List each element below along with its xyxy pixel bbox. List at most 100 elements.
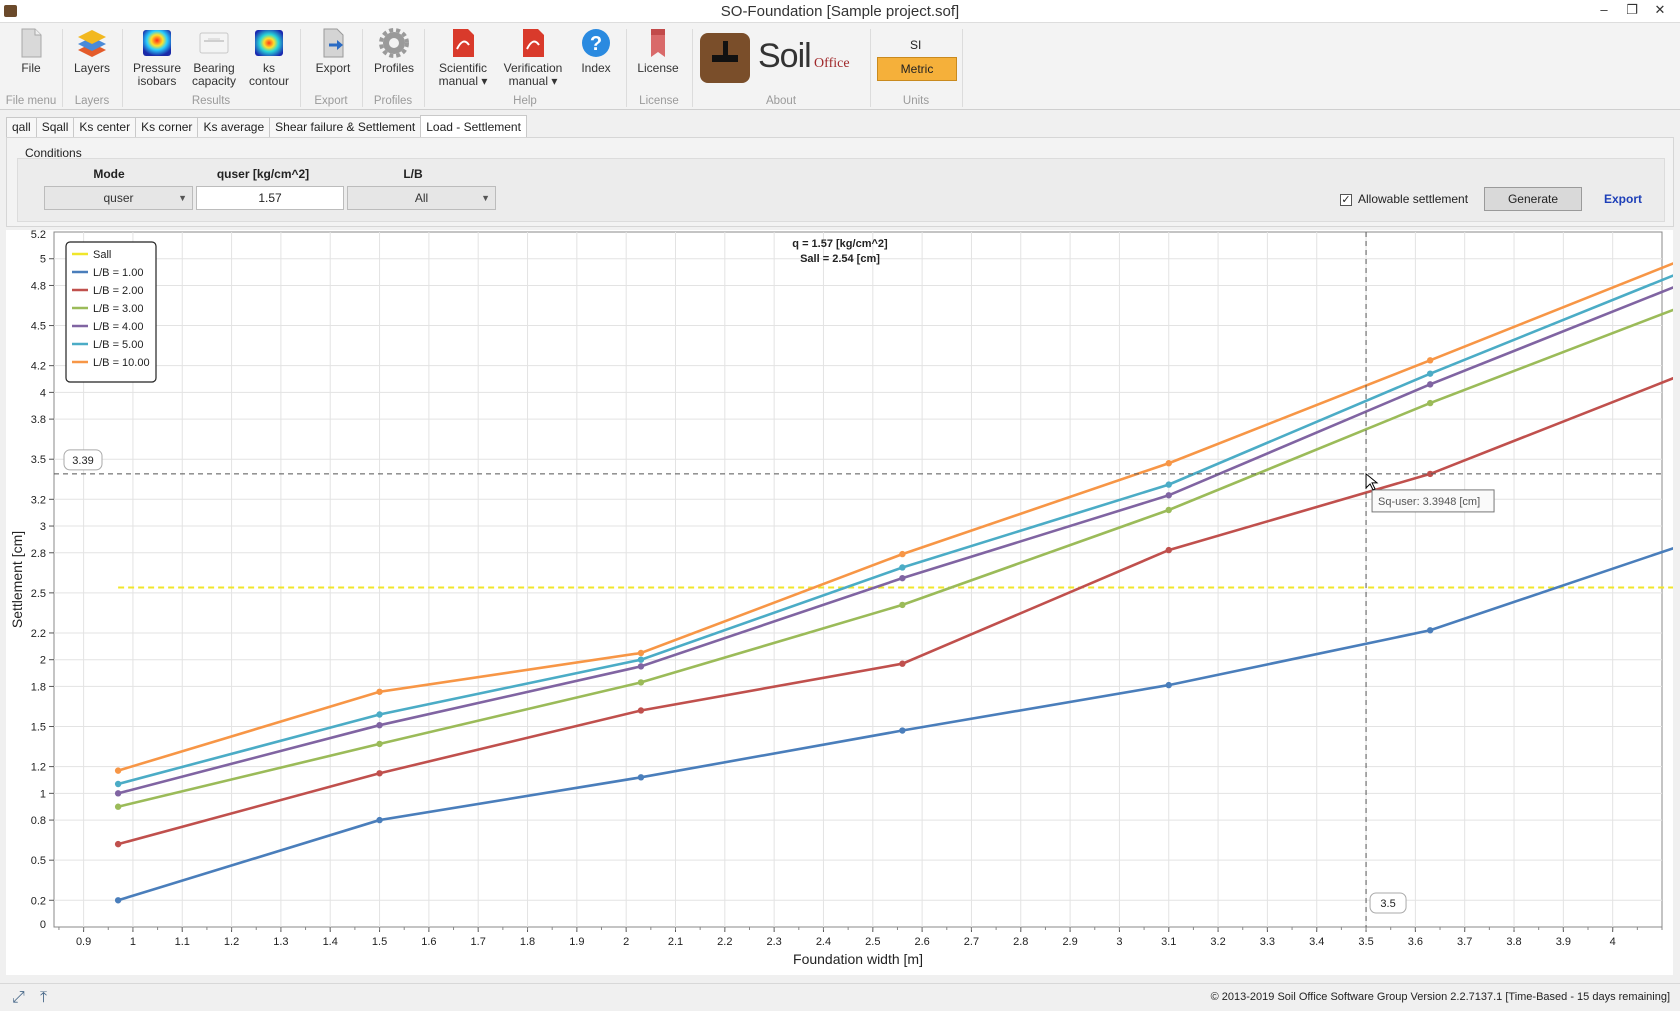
x-tick-label: 2.9	[1062, 936, 1077, 948]
lb-select[interactable]: All ▼	[347, 186, 496, 210]
y-tick-label: 4	[40, 387, 46, 399]
tab-sqall[interactable]: Sqall	[35, 117, 75, 137]
y-tick-label: 0.8	[31, 815, 46, 827]
x-tick-label: 3.4	[1309, 936, 1324, 948]
tab-qall[interactable]: qall	[6, 117, 37, 137]
chevron-down-icon: ▼	[481, 193, 490, 203]
data-point	[1165, 492, 1172, 499]
legend-label: L/B = 10.00	[93, 357, 150, 369]
group-units: Units	[902, 95, 930, 107]
close-button[interactable]: ✕	[1646, 0, 1674, 22]
ks-contour-button[interactable]: ks contour	[244, 27, 294, 88]
units-metric-button[interactable]: Metric	[877, 57, 957, 81]
data-point	[1426, 399, 1434, 407]
data-point	[899, 727, 906, 734]
x-tick-label: 1.5	[372, 936, 387, 948]
export-icon	[317, 27, 349, 59]
x-tick-label: 1.6	[421, 936, 436, 948]
units-si-label: SI	[910, 38, 922, 52]
y-axis-label: Settlement [cm]	[9, 531, 25, 628]
quser-input[interactable]: 1.57	[196, 186, 344, 210]
x-tick-label: 4	[1610, 936, 1616, 948]
export-button[interactable]: Export	[310, 27, 356, 75]
data-point	[376, 688, 383, 695]
x-tick-label: 1.1	[175, 936, 190, 948]
pressure-label-1: Pressure	[132, 61, 182, 75]
crosshair-x-label: 3.5	[1380, 898, 1395, 910]
chevron-down-icon: ▼	[178, 193, 187, 203]
data-point	[899, 660, 906, 667]
pressure-isobars-button[interactable]: Pressure isobars	[130, 27, 184, 88]
data-point	[637, 656, 645, 663]
status-bar: ⤢ ⤒ © 2013-2019 Soil Office Software Gro…	[0, 983, 1680, 1011]
settlement-chart[interactable]: 0.9 1 1.1 1.2 1.3 1.4 1.5 1.6 1.7 1.8 1.9 2 2.1 2.2 2.…	[6, 229, 1680, 975]
allowable-settlement-label: Allowable settlement	[1358, 192, 1469, 206]
verification-label-1: Verification	[503, 61, 563, 75]
y-tick-label: 1.2	[31, 762, 46, 774]
copyright-text: © 2013-2019 Soil Office Software Group V…	[1210, 991, 1670, 1003]
x-tick-label: 1.3	[273, 936, 288, 948]
scientific-manual-button[interactable]: Scientific manual ▾	[432, 27, 494, 88]
x-tick-label: 2.6	[914, 936, 929, 948]
restore-button[interactable]: ❐	[1618, 0, 1646, 22]
verification-label-2: manual ▾	[508, 74, 558, 88]
y-tick-label: 0.5	[31, 855, 46, 867]
bearing-label-1: Bearing	[193, 61, 235, 75]
data-point	[899, 601, 906, 609]
group-help: Help	[513, 95, 537, 107]
pin-icon[interactable]: ⤒	[40, 989, 47, 1007]
layers-button[interactable]: Layers	[70, 27, 114, 75]
y-tick-label: 3	[40, 521, 46, 533]
export-link[interactable]: Export	[1604, 192, 1642, 206]
group-license: License	[639, 95, 679, 107]
data-point	[637, 707, 645, 714]
license-button[interactable]: License	[636, 27, 680, 75]
minimize-button[interactable]: –	[1590, 0, 1618, 22]
plot-frame	[53, 231, 1663, 928]
x-tick-label: 1.9	[569, 936, 584, 948]
y-tick-label: 2.5	[31, 588, 46, 600]
bearing-capacity-icon	[198, 27, 230, 59]
file-button[interactable]: File	[12, 27, 50, 75]
x-tick-label: 3.7	[1457, 936, 1472, 948]
tab-ks-corner[interactable]: Ks corner	[135, 117, 199, 137]
x-tick-label: 3.9	[1556, 936, 1571, 948]
svg-text:?: ?	[590, 33, 602, 55]
tooltip-text: Sq-user: 3.3948 [cm]	[1378, 496, 1480, 508]
pressure-isobars-icon	[141, 27, 173, 59]
conditions-inner: Mode quser [kg/cm^2] L/B quser ▼ 1.57 Al…	[17, 158, 1665, 222]
data-point	[114, 897, 122, 904]
license-label: License	[637, 61, 679, 75]
allowable-settlement-checkbox[interactable]: ✓	[1340, 194, 1352, 206]
legend-label: L/B = 5.00	[93, 339, 143, 351]
chart-title-line1: q = 1.57 [kg/cm^2]	[792, 238, 888, 250]
profiles-label: Profiles	[373, 61, 414, 75]
data-point	[114, 780, 122, 788]
x-tick-label: 2.4	[816, 936, 831, 948]
tab-ks-average[interactable]: Ks average	[197, 117, 271, 137]
ks-contour-icon	[253, 27, 285, 59]
tab-load-settlement[interactable]: Load - Settlement	[420, 115, 527, 137]
y-tick-label: 2.2	[31, 628, 46, 640]
index-button[interactable]: ? Index	[576, 27, 616, 75]
bearing-capacity-button[interactable]: Bearing capacity	[188, 27, 240, 88]
y-tick-label: 4.8	[31, 280, 46, 292]
data-point	[114, 803, 122, 810]
data-point	[1165, 481, 1172, 488]
data-point	[1165, 546, 1172, 554]
generate-button[interactable]: Generate	[1484, 187, 1582, 211]
x-tick-label: 2	[623, 936, 629, 948]
x-tick-label: 3.5	[1358, 936, 1373, 948]
pdf-icon	[447, 27, 479, 59]
tab-bar: qall Sqall Ks center Ks corner Ks averag…	[6, 115, 527, 137]
data-point	[376, 711, 383, 718]
expand-icon[interactable]: ⤢	[12, 989, 25, 1007]
tab-ks-center[interactable]: Ks center	[73, 117, 137, 137]
x-tick-label: 3.3	[1260, 936, 1275, 948]
mode-select[interactable]: quser ▼	[44, 186, 193, 210]
verification-manual-button[interactable]: Verification manual ▾	[500, 27, 566, 88]
tab-shear-failure-settlement[interactable]: Shear failure & Settlement	[269, 117, 422, 137]
bearing-label-2: capacity	[191, 74, 237, 88]
legend-label: L/B = 1.00	[93, 267, 143, 279]
profiles-button[interactable]: Profiles	[370, 27, 418, 75]
